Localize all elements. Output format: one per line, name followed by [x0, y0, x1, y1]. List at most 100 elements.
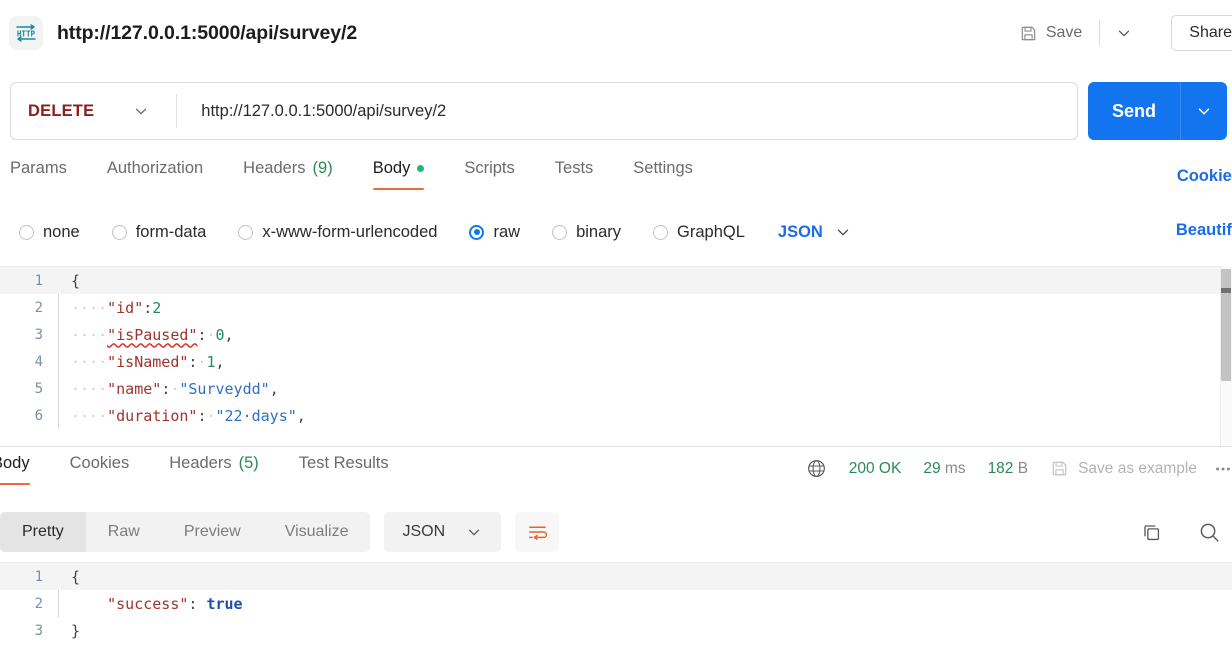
- tab-label: Test Results: [298, 454, 389, 472]
- code-text: ····"isPaused":·0,: [59, 326, 234, 344]
- request-tab-authorization[interactable]: Authorization: [107, 157, 203, 190]
- radio-icon: [469, 224, 485, 240]
- request-tab-scripts[interactable]: Scripts: [464, 157, 514, 190]
- request-code-line: 3 ····"isPaused":·0,: [0, 321, 1232, 348]
- code-text: ····"id":2: [59, 299, 161, 317]
- response-tab-body[interactable]: Body: [0, 452, 30, 485]
- radio-icon: [552, 224, 568, 240]
- request-code-line: 2 ····"id":2: [0, 294, 1232, 321]
- radio-icon: [238, 224, 254, 240]
- send-button[interactable]: Send: [1088, 82, 1180, 140]
- request-tab-body[interactable]: Body: [372, 157, 425, 190]
- response-tab-cookies[interactable]: Cookies: [70, 452, 130, 485]
- response-code-line: 2 "success": true: [0, 590, 1232, 617]
- code-token: ····: [71, 325, 108, 344]
- segment-label: Raw: [107, 523, 140, 540]
- code-token: ,: [296, 406, 306, 425]
- header-actions: Save Share: [1013, 0, 1232, 66]
- code-token: {: [71, 271, 81, 290]
- scrollbar-thumb[interactable]: [1221, 269, 1231, 381]
- body-type-radio-form-data[interactable]: form-data: [111, 222, 207, 242]
- http-method-select[interactable]: DELETE: [11, 102, 150, 121]
- code-token: ····: [71, 298, 108, 317]
- response-view-visualize[interactable]: Visualize: [263, 512, 371, 552]
- beautify-link[interactable]: Beautify: [1176, 221, 1232, 240]
- code-text: ····"name":·"Surveydd",: [59, 380, 279, 398]
- floppy-disk-icon: [1019, 24, 1038, 43]
- code-token: "id": [107, 298, 144, 317]
- send-button-group: Send: [1088, 82, 1228, 140]
- body-type-radio-none[interactable]: none: [19, 223, 80, 242]
- code-token: true: [206, 594, 243, 613]
- response-code-line: 1{: [0, 563, 1232, 590]
- response-view-preview[interactable]: Preview: [162, 512, 263, 552]
- tab-label: Settings: [633, 159, 693, 177]
- save-options-caret[interactable]: [1111, 20, 1137, 46]
- word-wrap-button[interactable]: [515, 512, 560, 552]
- word-wrap-icon: [526, 521, 549, 544]
- radio-label: x-www-form-urlencoded: [262, 222, 438, 241]
- request-tab-tests[interactable]: Tests: [555, 157, 594, 190]
- status-badge: 200 OK: [848, 459, 902, 477]
- line-number: 4: [34, 353, 43, 370]
- radio-label: form-data: [135, 222, 207, 241]
- search-icon[interactable]: [1197, 520, 1222, 545]
- response-body-editor[interactable]: 1{2 "success": true 3}: [0, 562, 1232, 649]
- send-label: Send: [1112, 100, 1157, 121]
- body-type-radio-raw[interactable]: raw: [469, 223, 520, 242]
- request-tab-headers[interactable]: Headers (9): [243, 157, 333, 190]
- body-type-radio-graphql[interactable]: GraphQL: [653, 223, 745, 242]
- body-type-radio-binary[interactable]: binary: [552, 223, 621, 242]
- line-number: 1: [34, 272, 43, 289]
- code-token: ····: [71, 352, 108, 371]
- response-separator: [0, 446, 1232, 447]
- send-options-caret[interactable]: [1181, 82, 1227, 140]
- request-header: HTTP http://127.0.0.1:5000/api/survey/2 …: [0, 0, 1232, 66]
- segment-label: Visualize: [284, 523, 349, 540]
- raw-format-label: JSON: [777, 222, 823, 241]
- body-type-radio-x-www-form-urlencoded[interactable]: x-www-form-urlencoded: [238, 223, 437, 242]
- request-tab-bar: Params Authorization Headers (9) Body Scripts…: [0, 157, 1232, 199]
- code-token: "Surveydd": [179, 379, 270, 398]
- response-view-raw[interactable]: Raw: [86, 512, 162, 552]
- floppy-disk-icon: [1050, 459, 1069, 478]
- code-text: "success": true: [59, 594, 243, 613]
- request-tab-params[interactable]: Params: [10, 157, 67, 190]
- response-view-segments: Pretty Raw Preview Visualize: [0, 512, 371, 552]
- code-token: ····: [71, 379, 108, 398]
- code-text: {: [59, 568, 80, 586]
- cookies-link[interactable]: Cookies: [1177, 167, 1232, 186]
- request-code-line: 1{: [0, 267, 1232, 294]
- request-tab-settings[interactable]: Settings: [633, 157, 693, 190]
- response-tab-test-results[interactable]: Test Results: [299, 452, 389, 485]
- copy-icon[interactable]: [1140, 521, 1163, 544]
- save-label: Save: [1045, 24, 1083, 41]
- response-view-pretty[interactable]: Pretty: [0, 512, 86, 552]
- code-token: ,: [224, 325, 234, 344]
- http-icon: HTTP: [9, 16, 43, 50]
- share-label: Share: [1189, 24, 1232, 41]
- code-token: ·: [206, 325, 216, 344]
- code-token: "name": [107, 379, 162, 398]
- request-body-editor[interactable]: 1{2 ····"id":2 3 ····"isPaused":·0, 4 ····"is…: [0, 266, 1232, 446]
- code-token: "isNamed": [107, 352, 189, 371]
- tab-count: (9): [312, 159, 333, 177]
- response-tab-headers[interactable]: Headers (5): [169, 452, 259, 485]
- raw-format-select[interactable]: JSON: [778, 223, 852, 242]
- share-button[interactable]: Share: [1171, 15, 1232, 51]
- page-title: http://127.0.0.1:5000/api/survey/2: [57, 21, 358, 44]
- request-editor-scrollbar[interactable]: [1220, 266, 1232, 446]
- more-options-icon[interactable]: [1214, 460, 1232, 478]
- response-format-select[interactable]: JSON: [384, 512, 502, 552]
- save-button[interactable]: Save: [1013, 20, 1088, 47]
- save-as-example-button[interactable]: Save as example: [1050, 459, 1197, 478]
- tab-count: (5): [238, 454, 259, 472]
- url-input[interactable]: [177, 101, 1077, 121]
- radio-label: raw: [493, 222, 521, 241]
- response-time: 29 ms: [923, 459, 966, 477]
- radio-icon: [653, 224, 669, 240]
- request-code-line: 5 ····"name":·"Surveydd",: [0, 375, 1232, 402]
- postman-request-window: HTTP http://127.0.0.1:5000/api/survey/2 …: [0, 0, 1232, 649]
- tab-label: Headers: [169, 454, 232, 472]
